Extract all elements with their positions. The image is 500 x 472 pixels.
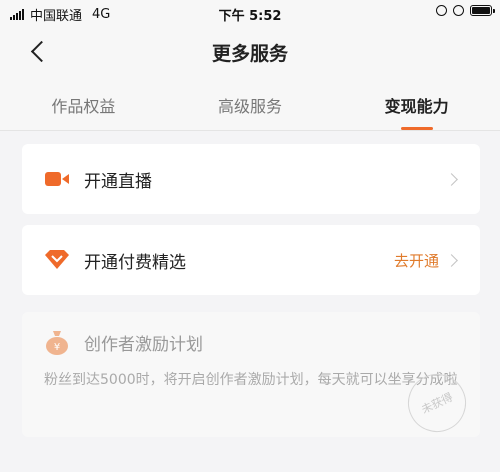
video-camera-icon: [44, 168, 70, 190]
live-stream-card[interactable]: 开通直播: [22, 144, 480, 214]
incentive-description: 粉丝到达5000时，将开启创作者激励计划，每天就可以坐享分成啦: [44, 372, 458, 388]
tab-monetization[interactable]: 变现能力: [333, 76, 500, 130]
battery-icon: [470, 5, 495, 16]
incentive-title: 创作者激励计划: [84, 334, 203, 355]
stamp-label: 未获得: [419, 390, 455, 417]
tab-works-rights[interactable]: 作品权益: [0, 76, 167, 130]
paid-selection-card[interactable]: 开通付费精选 去开通: [22, 225, 480, 295]
status-right: [436, 5, 495, 16]
activate-link[interactable]: 去开通: [394, 250, 439, 271]
diamond-icon: [44, 249, 70, 271]
tab-bar: 作品权益 高级服务 变现能力: [0, 76, 500, 131]
svg-text:¥: ¥: [54, 342, 60, 353]
tab-advanced-services[interactable]: 高级服务: [167, 76, 334, 130]
alarm-icon: [453, 5, 464, 16]
live-stream-label: 开通直播: [84, 171, 152, 192]
status-time: 下午 5:52: [218, 9, 282, 24]
chevron-right-icon: [445, 172, 458, 186]
status-bar: 中国联通 4G 下午 5:52: [0, 0, 500, 26]
creator-incentive-card: ¥ 创作者激励计划 粉丝到达5000时，将开启创作者激励计划，每天就可以坐享分成…: [22, 312, 480, 442]
page-title: 更多服务: [211, 43, 288, 65]
paid-selection-label: 开通付费精选: [84, 252, 186, 273]
money-bag-icon: ¥: [44, 328, 70, 356]
orientation-lock-icon: [436, 5, 447, 16]
chevron-right-icon: [445, 253, 458, 267]
nav-bar: 更多服务: [0, 26, 500, 76]
